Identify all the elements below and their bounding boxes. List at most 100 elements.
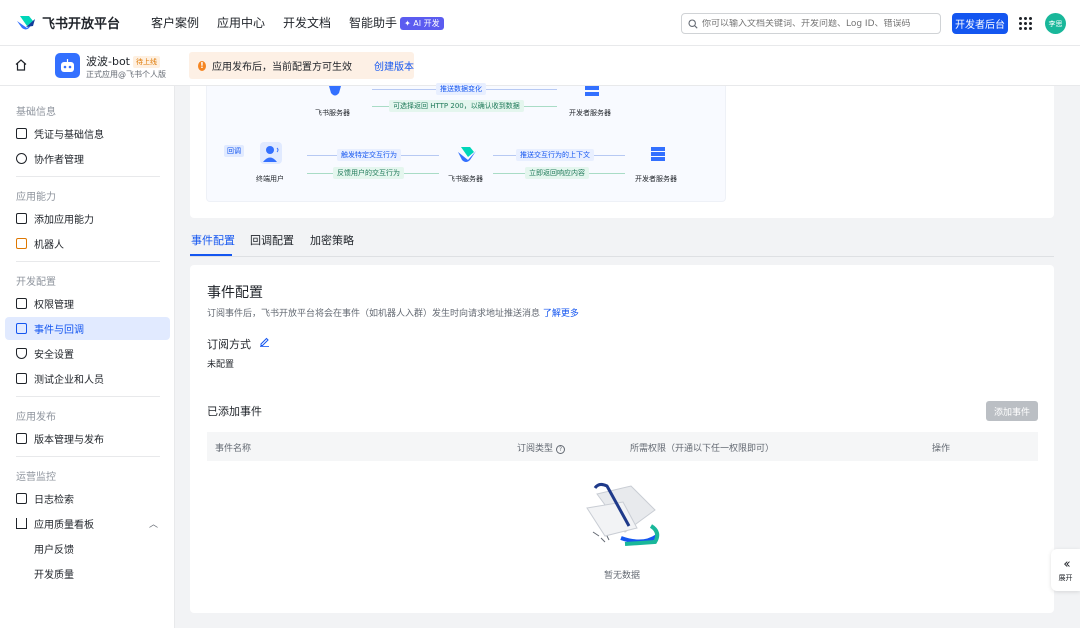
sidebar-item-user-feedback[interactable]: 用户反馈 [5,537,170,560]
divider [16,456,160,457]
column-header-event-name: 事件名称 [215,444,252,454]
diagram-label: 开发者服务器 [569,109,611,117]
tab-encryption[interactable]: 加密策略 [310,232,354,248]
sidebar-item-security[interactable]: 安全设置 [5,342,170,365]
diagram-pill: 触发特定交互行为 [337,149,401,161]
app-subtitle: 正式应用@飞书个人版 [86,70,166,79]
lock-icon [16,298,27,309]
help-icon[interactable]: ? [556,445,566,454]
end-user-icon [260,142,282,164]
sidebar-item-events-callbacks[interactable]: 事件与回调 [5,317,170,340]
app-name: 波波-bot 待上线 [86,53,160,69]
publish-notice: ! 应用发布后，当前配置方可生效 创建版本 [189,52,414,79]
callback-tag: 回调 [224,145,244,157]
sidebar-item-label: 日志检索 [34,495,74,506]
sidebar-item-label: 权限管理 [34,300,74,311]
sidebar-item-label: 事件与回调 [34,325,84,336]
credential-icon [16,128,27,139]
sidebar-section-title: 开发配置 [16,277,56,288]
sidebar-item-label: 应用质量看板 [34,520,94,531]
diagram-label: 开发者服务器 [635,175,677,183]
sidebar-item-versions[interactable]: 版本管理与发布 [5,427,170,450]
search-box[interactable] [681,13,941,34]
brand-name: 飞书开放平台 [42,17,121,32]
column-header-subscription-type: 订阅类型? [517,441,566,454]
sidebar-item-permissions[interactable]: 权限管理 [5,292,170,315]
event-flow-diagram: 飞书服务器 推送数据变化 可选择返回 HTTP 200，以确认收到数据 开发者服… [206,83,726,202]
column-header-permissions: 所需权限（开通以下任一权限即可） [630,444,775,454]
divider [16,396,160,397]
home-icon[interactable] [14,58,28,72]
tabs-divider [190,256,1054,257]
diagram-label: 飞书服务器 [315,109,350,117]
code-icon [16,373,27,384]
description-text: 订阅事件后，飞书开放平台将会在事件（如机器人入群）发生时向请求地址推送消息 [207,309,541,319]
sidebar-item-label: 安全设置 [34,350,74,361]
sidebar-section-title: 应用能力 [16,192,56,203]
warning-icon: ! [198,60,206,71]
divider [16,176,160,177]
subscription-method-label: 订阅方式 [207,338,251,351]
section-description: 订阅事件后，飞书开放平台将会在事件（如机器人入群）发生时向请求地址推送消息 了解… [207,306,579,319]
sidebar-item-label: 添加应用能力 [34,215,94,226]
empty-state-illustration [586,482,660,546]
create-version-link[interactable]: 创建版本 [374,58,414,73]
grid-add-icon [16,213,27,224]
sidebar-item-logs[interactable]: 日志检索 [5,487,170,510]
edit-icon[interactable] [259,336,270,347]
nav-link-ai-assistant[interactable]: 智能助手 ✦ AI 开发 [349,14,444,31]
sidebar-item-collaborators[interactable]: 协作者管理 [5,147,170,170]
sidebar-item-add-capability[interactable]: 添加应用能力 [5,207,170,230]
shield-icon [16,348,27,359]
log-search-icon [16,493,27,504]
status-badge: 待上线 [133,56,160,68]
subscription-method-value: 未配置 [207,360,235,370]
diagram-pill: 推送交互行为的上下文 [516,149,594,161]
bot-avatar [55,53,80,78]
diagram-pill: 立即返回响应内容 [525,167,589,179]
sidebar-section-title: 基础信息 [16,107,56,118]
double-chevron-left-icon: ‹‹ [1063,556,1071,572]
feishu-server-icon [329,86,341,96]
nav-link-customer-cases[interactable]: 客户案例 [151,14,199,31]
diagram-label: 飞书服务器 [448,175,483,183]
nav-link-dev-docs[interactable]: 开发文档 [283,14,331,31]
feishu-server-icon [458,147,476,162]
sidebar-section-title: 运营监控 [16,472,56,483]
sidebar-item-label: 协作者管理 [34,155,84,166]
dev-console-button[interactable]: 开发者后台 [952,13,1008,34]
expand-panel-button[interactable]: ‹‹ 展开 [1051,549,1080,591]
events-table-header [207,432,1038,461]
tab-event-config[interactable]: 事件配置 [191,232,235,248]
sidebar-item-quality-dashboard[interactable]: 应用质量看板 ︿ [5,512,170,535]
learn-more-link[interactable]: 了解更多 [543,309,579,319]
sidebar-item-label: 凭证与基础信息 [34,130,104,141]
sidebar-item-bot[interactable]: 机器人 [5,232,170,255]
add-event-button[interactable]: 添加事件 [986,401,1038,421]
upload-icon [16,433,27,444]
robot-icon [61,59,74,72]
app-header-bar [0,46,1080,86]
user-icon [16,153,27,164]
empty-state-text: 暂无数据 [604,571,641,581]
sidebar: 基础信息 凭证与基础信息 协作者管理 应用能力 添加应用能力 机器人 开发配置 … [0,86,175,628]
column-header-actions: 操作 [932,444,951,454]
search-input[interactable] [702,18,932,29]
nav-link-app-center[interactable]: 应用中心 [217,14,265,31]
search-icon [688,18,698,29]
dev-server-icon [651,147,665,161]
tab-callback-config[interactable]: 回调配置 [250,232,294,248]
brand-logo[interactable]: 飞书开放平台 [16,13,134,32]
user-avatar[interactable]: 李思 [1045,13,1066,34]
sidebar-item-credentials[interactable]: 凭证与基础信息 [5,122,170,145]
apps-grid-icon[interactable] [1019,17,1032,30]
ai-badge: ✦ AI 开发 [400,17,444,30]
expand-label: 展开 [1058,573,1073,582]
sidebar-item-label: 机器人 [34,240,64,251]
diagram-pill: 可选择返回 HTTP 200，以确认收到数据 [389,100,524,112]
sidebar-item-label: 版本管理与发布 [34,435,104,446]
config-tabs: 事件配置 回调配置 加密策略 [190,232,1054,258]
sidebar-item-test-users[interactable]: 测试企业和人员 [5,367,170,390]
diagram-pill: 反馈用户的交互行为 [333,167,404,179]
sidebar-item-dev-quality[interactable]: 开发质量 [5,562,170,585]
